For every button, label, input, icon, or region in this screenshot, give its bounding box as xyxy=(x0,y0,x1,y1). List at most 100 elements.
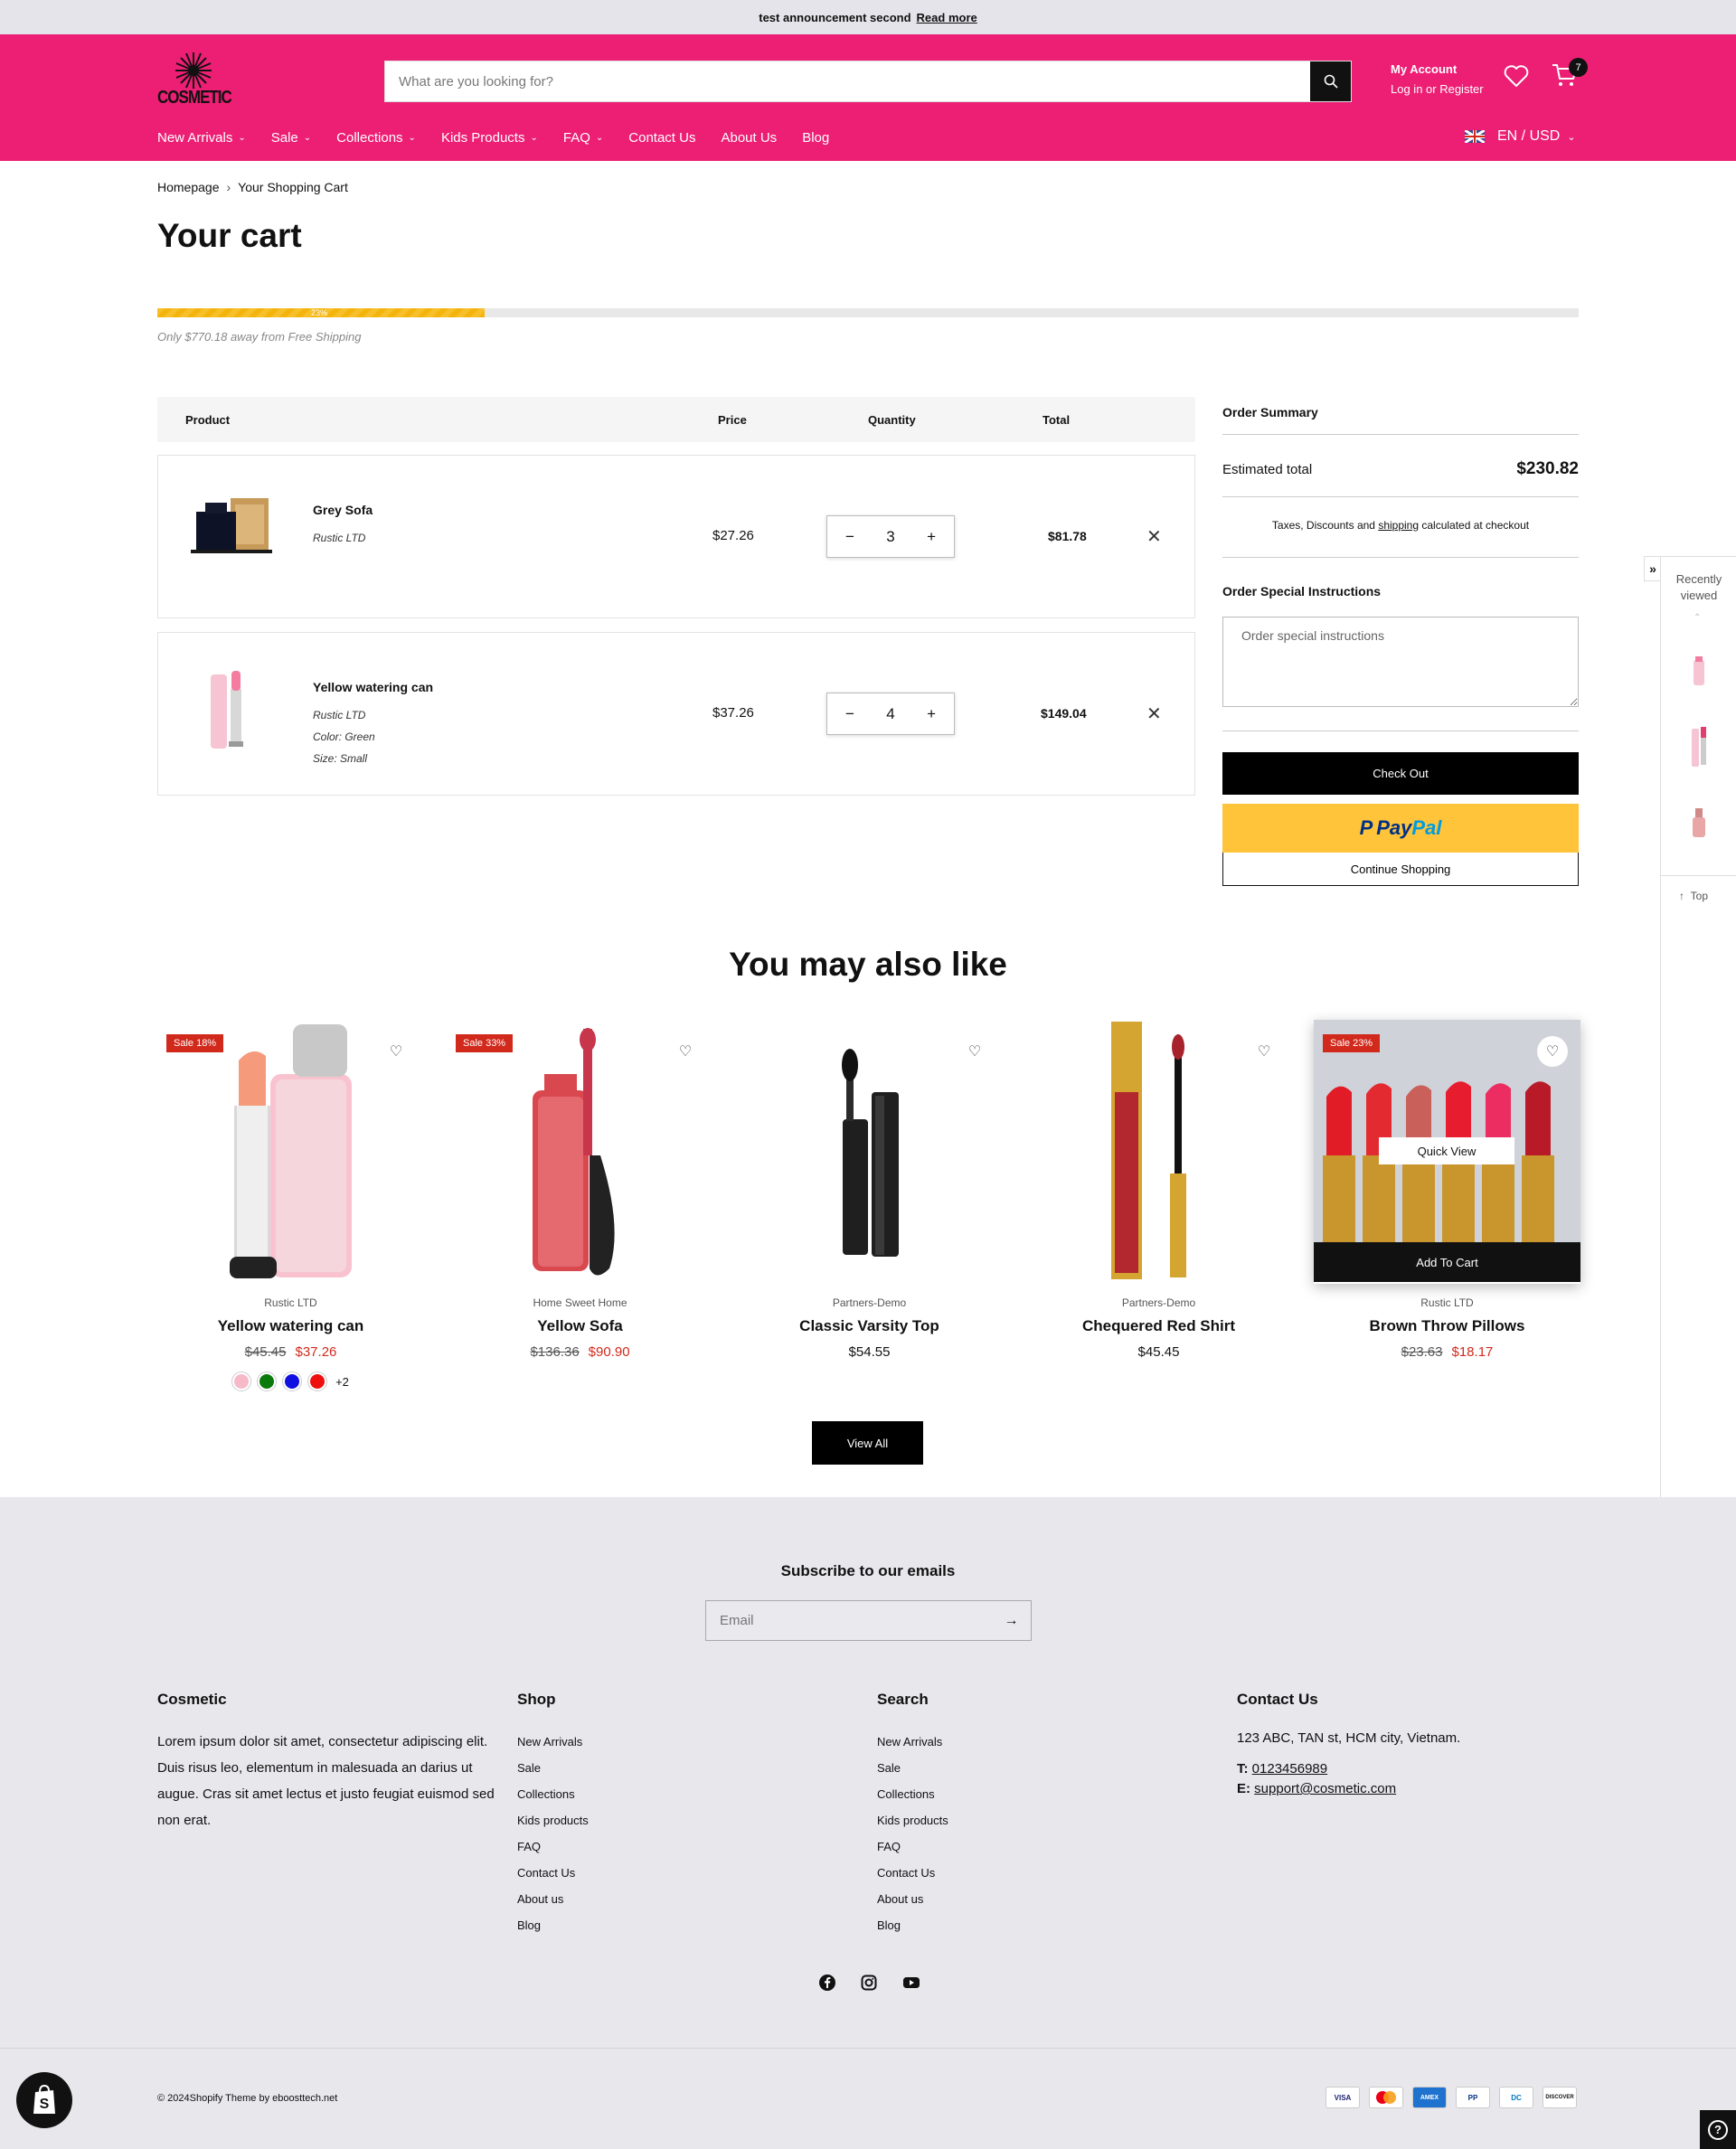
free-shipping-note: Only $770.18 away from Free Shipping xyxy=(157,330,362,344)
recently-viewed-item[interactable] xyxy=(1681,647,1717,698)
account-link[interactable]: My Account Log in or Register xyxy=(1391,60,1484,99)
announcement-link[interactable]: Read more xyxy=(917,11,977,24)
nav-item-blog[interactable]: Blog xyxy=(802,130,829,146)
cart-button[interactable]: 7 xyxy=(1551,58,1588,92)
wishlist-heart-icon[interactable]: ♡ xyxy=(959,1036,990,1067)
more-swatches-count[interactable]: +2 xyxy=(335,1375,349,1389)
footer-link[interactable]: About us xyxy=(877,1886,948,1912)
footer-link[interactable]: Blog xyxy=(877,1912,948,1938)
footer-col-about: Cosmetic Lorem ipsum dolor sit amet, con… xyxy=(157,1691,501,1833)
phone-link[interactable]: 0123456989 xyxy=(1252,1761,1327,1777)
nav-item-new-arrivals[interactable]: New Arrivals ⌄ xyxy=(157,130,246,146)
color-swatch-blue[interactable] xyxy=(283,1372,302,1390)
order-summary-title: Order Summary xyxy=(1222,405,1318,419)
cart-item-name[interactable]: Yellow watering can xyxy=(313,680,433,694)
cart-item-name[interactable]: Grey Sofa xyxy=(313,503,373,517)
search-button[interactable] xyxy=(1310,61,1351,101)
view-all-button[interactable]: View All xyxy=(812,1421,923,1465)
breadcrumb-home[interactable]: Homepage xyxy=(157,180,220,194)
quantity-value[interactable]: 3 xyxy=(886,528,894,546)
product-name[interactable]: Yellow Sofa xyxy=(447,1317,713,1335)
wishlist-heart-icon[interactable]: ♡ xyxy=(1537,1036,1568,1067)
product-card[interactable]: ♡ Partners-Demo Chequered Red Shirt $45.… xyxy=(1025,1020,1292,1400)
remove-item-icon[interactable]: ✕ xyxy=(1146,705,1165,723)
search-input[interactable] xyxy=(385,61,1312,101)
footer-link[interactable]: About us xyxy=(517,1886,589,1912)
special-instructions-field[interactable] xyxy=(1222,617,1579,707)
product-name[interactable]: Classic Varsity Top xyxy=(736,1317,1003,1335)
footer-link[interactable]: Sale xyxy=(517,1755,589,1781)
logo[interactable]: COSMETIC xyxy=(157,51,232,110)
footer-link[interactable]: New Arrivals xyxy=(877,1729,948,1755)
newsletter-email-input[interactable] xyxy=(706,1601,993,1640)
nav-item-collections[interactable]: Collections ⌄ xyxy=(336,130,416,146)
quick-view-button[interactable]: Quick View xyxy=(1379,1137,1514,1164)
quantity-stepper: − 4 + xyxy=(826,693,955,735)
cart-item-meta: Rustic LTD Color: Green Size: Small xyxy=(313,704,375,769)
language-currency-selector[interactable]: EN / USD ⌄ xyxy=(1465,128,1576,145)
nav-item-contact-us[interactable]: Contact Us xyxy=(628,130,695,146)
color-swatch-pink[interactable] xyxy=(232,1372,251,1390)
color-swatch-green[interactable] xyxy=(258,1372,277,1390)
help-button[interactable]: ? xyxy=(1700,2110,1736,2149)
product-card[interactable]: Sale 18% ♡ Rustic LTD Yellow watering ca… xyxy=(157,1020,424,1400)
contact-address: 123 ABC, TAN st, HCM city, Vietnam. xyxy=(1237,1730,1461,1746)
plus-icon[interactable]: + xyxy=(927,528,936,546)
recently-viewed-item[interactable] xyxy=(1681,721,1717,772)
wishlist-heart-icon[interactable]: ♡ xyxy=(670,1036,701,1067)
footer-link[interactable]: Blog xyxy=(517,1912,589,1938)
checkout-button[interactable]: Check Out xyxy=(1222,752,1579,795)
chevron-up-icon[interactable]: ⌃ xyxy=(1694,613,1701,623)
nav-item-about-us[interactable]: About Us xyxy=(721,130,777,146)
footer-link[interactable]: FAQ xyxy=(877,1833,948,1860)
footer-link[interactable]: Kids products xyxy=(877,1807,948,1833)
arrow-right-icon[interactable]: → xyxy=(992,1601,1031,1640)
product-thumbnail[interactable] xyxy=(203,664,258,754)
facebook-icon[interactable] xyxy=(819,1975,835,1991)
footer-link[interactable]: FAQ xyxy=(517,1833,589,1860)
shipping-link[interactable]: shipping xyxy=(1378,519,1419,532)
shopify-badge-icon[interactable]: S xyxy=(16,2072,72,2128)
wishlist-heart-icon[interactable]: ♡ xyxy=(1249,1036,1279,1067)
email-link[interactable]: support@cosmetic.com xyxy=(1254,1781,1396,1796)
product-card[interactable]: Sale 33% ♡ Home Sweet Home Yellow Sofa $… xyxy=(447,1020,713,1400)
footer-link[interactable]: Contact Us xyxy=(517,1860,589,1886)
quantity-value[interactable]: 4 xyxy=(886,705,894,723)
nav-item-kids-products[interactable]: Kids Products ⌄ xyxy=(441,130,538,146)
logo-burst-icon xyxy=(175,52,212,89)
product-card-hovered[interactable]: Sale 23% ♡ Quick View Add To Cart Rustic… xyxy=(1314,1020,1580,1360)
footer-link[interactable]: Sale xyxy=(877,1755,948,1781)
product-thumbnail[interactable] xyxy=(185,494,276,557)
account-title: My Account xyxy=(1391,62,1458,76)
continue-shopping-button[interactable]: Continue Shopping xyxy=(1222,853,1579,886)
product-name[interactable]: Yellow watering can xyxy=(157,1317,424,1335)
product-name[interactable]: Chequered Red Shirt xyxy=(1025,1317,1292,1335)
product-card[interactable]: ♡ Partners-Demo Classic Varsity Top $54.… xyxy=(736,1020,1003,1400)
footer-link[interactable]: Kids products xyxy=(517,1807,589,1833)
plus-icon[interactable]: + xyxy=(927,705,936,723)
back-to-top-link[interactable]: ↑ Top xyxy=(1679,890,1708,902)
recently-viewed-toggle-icon[interactable]: » xyxy=(1644,556,1662,581)
remove-item-icon[interactable]: ✕ xyxy=(1146,528,1165,546)
wishlist-heart-icon[interactable]: ♡ xyxy=(381,1036,411,1067)
instagram-icon[interactable] xyxy=(861,1975,877,1991)
footer-link[interactable]: Collections xyxy=(517,1781,589,1807)
footer-link[interactable]: New Arrivals xyxy=(517,1729,589,1755)
minus-icon[interactable]: − xyxy=(845,528,854,546)
product-name[interactable]: Brown Throw Pillows xyxy=(1314,1317,1580,1335)
minus-icon[interactable]: − xyxy=(845,705,854,723)
site-footer: Subscribe to our emails → Cosmetic Lorem… xyxy=(0,1497,1736,2149)
account-subtitle: Log in or Register xyxy=(1391,82,1484,96)
nav-item-sale[interactable]: Sale ⌄ xyxy=(271,130,311,146)
nav-item-faq[interactable]: FAQ ⌄ xyxy=(563,130,603,146)
footer-link[interactable]: Collections xyxy=(877,1781,948,1807)
wishlist-heart-icon[interactable] xyxy=(1503,62,1530,90)
footer-link[interactable]: Contact Us xyxy=(877,1860,948,1886)
color-swatch-red[interactable] xyxy=(308,1372,327,1390)
youtube-icon[interactable] xyxy=(902,1975,920,1991)
recently-viewed-item[interactable] xyxy=(1681,797,1717,848)
add-to-cart-button[interactable]: Add To Cart xyxy=(1314,1242,1580,1282)
product-prices: $45.45 $37.26 xyxy=(157,1344,424,1360)
estimated-total-value: $230.82 xyxy=(1516,459,1579,478)
paypal-button[interactable]: P Pay Pal xyxy=(1222,804,1579,853)
